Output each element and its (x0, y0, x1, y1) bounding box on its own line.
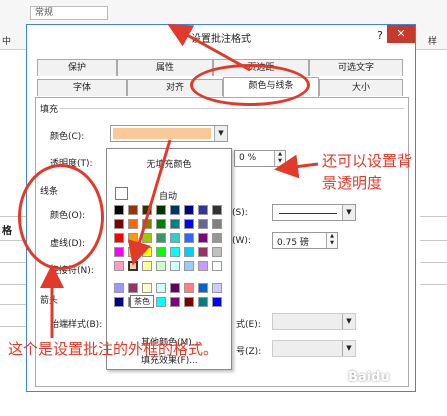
arrow-to-title (167, 24, 251, 72)
arrow-to-transparency (274, 154, 319, 179)
annotation-arrows (40, 24, 319, 338)
watermark: Baidu (348, 370, 390, 385)
arrow-to-tan-color (127, 139, 172, 266)
